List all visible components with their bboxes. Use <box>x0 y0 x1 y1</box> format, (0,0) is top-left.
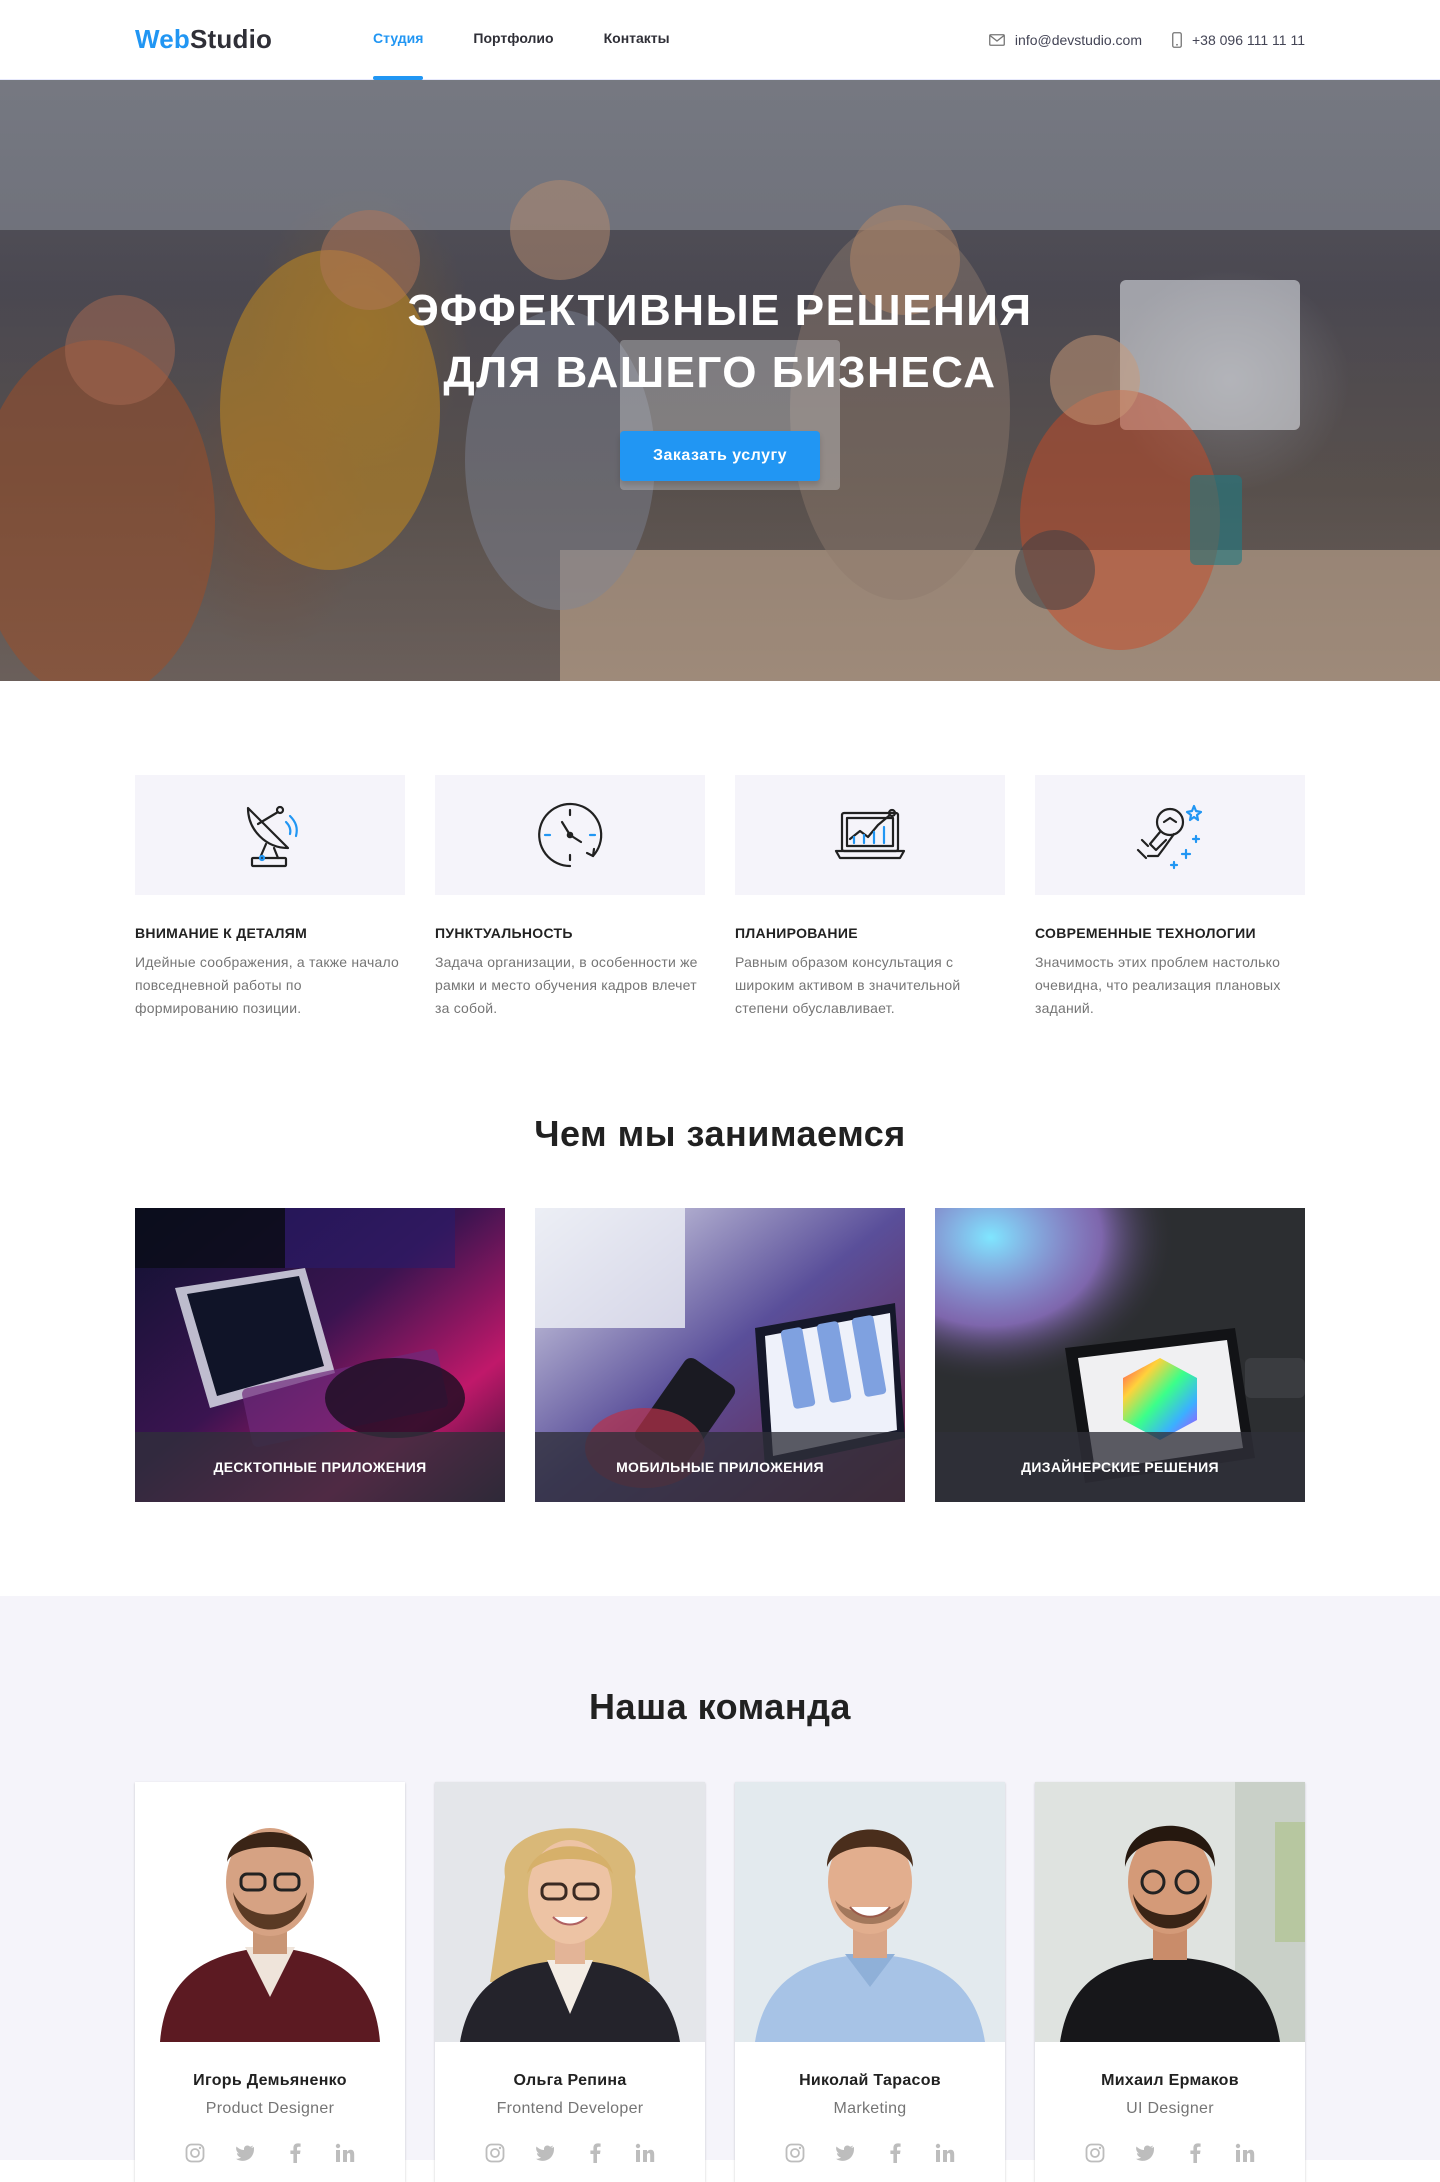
feature-card: Современные технологии Значимость этих п… <box>1035 775 1305 1020</box>
feature-icon-box <box>135 775 405 895</box>
facebook-icon[interactable] <box>884 2142 906 2164</box>
team-photo <box>435 1782 705 2042</box>
instagram-icon[interactable] <box>784 2142 806 2164</box>
team-photo-mikhail <box>1035 1782 1305 2042</box>
service-label: Дизайнерские решения <box>1021 1459 1219 1475</box>
email-link[interactable]: info@devstudio.com <box>989 32 1142 48</box>
service-card-desktop[interactable]: Десктопные приложения <box>135 1208 505 1502</box>
twitter-icon[interactable] <box>1134 2142 1156 2164</box>
team-member-role: Marketing <box>833 2100 907 2117</box>
main-nav: Студия Портфолио Контакты <box>373 0 720 80</box>
clock-icon <box>538 802 603 868</box>
hero-title: Эффективные решения для вашего бизнеса <box>0 280 1440 404</box>
service-label: Мобильные приложения <box>616 1459 824 1475</box>
service-card-design[interactable]: Дизайнерские решения <box>935 1208 1305 1502</box>
logo[interactable]: WebStudio <box>135 24 272 55</box>
team-member-role: Product Designer <box>205 2100 335 2117</box>
phone-link[interactable]: +38 096 111 11 11 <box>1172 32 1305 48</box>
nav-studio[interactable]: Студия <box>373 0 424 80</box>
envelope-icon <box>989 34 1005 46</box>
facebook-icon[interactable] <box>284 2142 306 2164</box>
team-card: Михаил Ермаков UI Designer <box>1035 1782 1305 2182</box>
logo-web: Web <box>135 24 191 54</box>
phone-text: +38 096 111 11 11 <box>1191 32 1305 48</box>
team-photo-igor <box>135 1782 405 2042</box>
services-title: Чем мы занимаемся <box>534 1113 906 1154</box>
team-photo-nikolai <box>735 1782 1005 2042</box>
astronaut-icon <box>1136 804 1203 870</box>
service-overlay: Мобильные приложения <box>535 1432 905 1502</box>
feature-text: Задача организации, в особенности же рам… <box>435 954 698 1016</box>
feature-icon-box <box>735 775 1005 895</box>
feature-card: Планирование Равным образом консультация… <box>735 775 1005 1020</box>
team-card: Николай Тарасов Marketing <box>735 1782 1005 2182</box>
team-member-role: Frontend Developer <box>496 2100 644 2117</box>
social-links <box>135 2142 405 2164</box>
feature-text: Равным образом консультация с широким ак… <box>735 954 961 1016</box>
service-card-mobile[interactable]: Мобильные приложения <box>535 1208 905 1502</box>
facebook-icon[interactable] <box>584 2142 606 2164</box>
hero-section: Эффективные решения для вашего бизнеса З… <box>0 80 1440 681</box>
team-member-name: Михаил Ермаков <box>1101 2072 1239 2089</box>
feature-title: Пунктуальность <box>435 925 573 941</box>
hero-title-line2: для вашего бизнеса <box>443 348 997 397</box>
social-links <box>1035 2142 1305 2164</box>
team-member-role: UI Designer <box>1126 2100 1214 2117</box>
feature-card: Пунктуальность Задача организации, в осо… <box>435 775 705 1020</box>
nav-contacts[interactable]: Контакты <box>604 0 670 80</box>
laptop-chart-icon <box>834 808 906 860</box>
team-card: Ольга Репина Frontend Developer <box>435 1782 705 2182</box>
facebook-icon[interactable] <box>1184 2142 1206 2164</box>
linkedin-icon[interactable] <box>634 2142 656 2164</box>
site-header: WebStudio Студия Портфолио Контакты info… <box>0 0 1440 80</box>
service-overlay: Дизайнерские решения <box>935 1432 1305 1502</box>
feature-text: Идейные соображения, а также начало повс… <box>135 954 399 1016</box>
linkedin-icon[interactable] <box>1234 2142 1256 2164</box>
team-member-name: Николай Тарасов <box>799 2072 941 2089</box>
nav-portfolio[interactable]: Портфолио <box>473 0 553 80</box>
linkedin-icon[interactable] <box>934 2142 956 2164</box>
team-photo <box>135 1782 405 2042</box>
twitter-icon[interactable] <box>834 2142 856 2164</box>
smartphone-icon <box>1172 32 1182 48</box>
service-overlay: Десктопные приложения <box>135 1432 505 1502</box>
service-label: Десктопные приложения <box>213 1459 427 1475</box>
social-links <box>435 2142 705 2164</box>
team-member-name: Игорь Демьяненко <box>193 2072 347 2089</box>
feature-text: Значимость этих проблем настолько очевид… <box>1035 954 1281 1016</box>
instagram-icon[interactable] <box>1084 2142 1106 2164</box>
feature-title: Внимание к деталям <box>135 925 308 941</box>
hero-title-line1: Эффективные решения <box>407 286 1033 335</box>
feature-title: Планирование <box>735 925 858 941</box>
order-service-button[interactable]: Заказать услугу <box>620 431 820 481</box>
team-member-name: Ольга Репина <box>513 2072 627 2089</box>
instagram-icon[interactable] <box>184 2142 206 2164</box>
team-title: Наша команда <box>589 1686 851 1727</box>
antenna-icon <box>246 805 298 868</box>
header-contacts: info@devstudio.com +38 096 111 11 11 <box>989 0 1305 80</box>
linkedin-icon[interactable] <box>334 2142 356 2164</box>
instagram-icon[interactable] <box>484 2142 506 2164</box>
logo-studio: Studio <box>190 24 273 54</box>
team-photo-olga <box>435 1782 705 2042</box>
twitter-icon[interactable] <box>234 2142 256 2164</box>
email-text: info@devstudio.com <box>1014 32 1142 48</box>
feature-card: Внимание к деталям Идейные соображения, … <box>135 775 405 1020</box>
twitter-icon[interactable] <box>534 2142 556 2164</box>
feature-icon-box <box>435 775 705 895</box>
team-photo <box>735 1782 1005 2042</box>
feature-icon-box <box>1035 775 1305 895</box>
team-card: Игорь Демьяненко Product Designer <box>135 1782 405 2182</box>
feature-title: Современные технологии <box>1035 925 1256 941</box>
team-photo <box>1035 1782 1305 2042</box>
social-links <box>735 2142 1005 2164</box>
